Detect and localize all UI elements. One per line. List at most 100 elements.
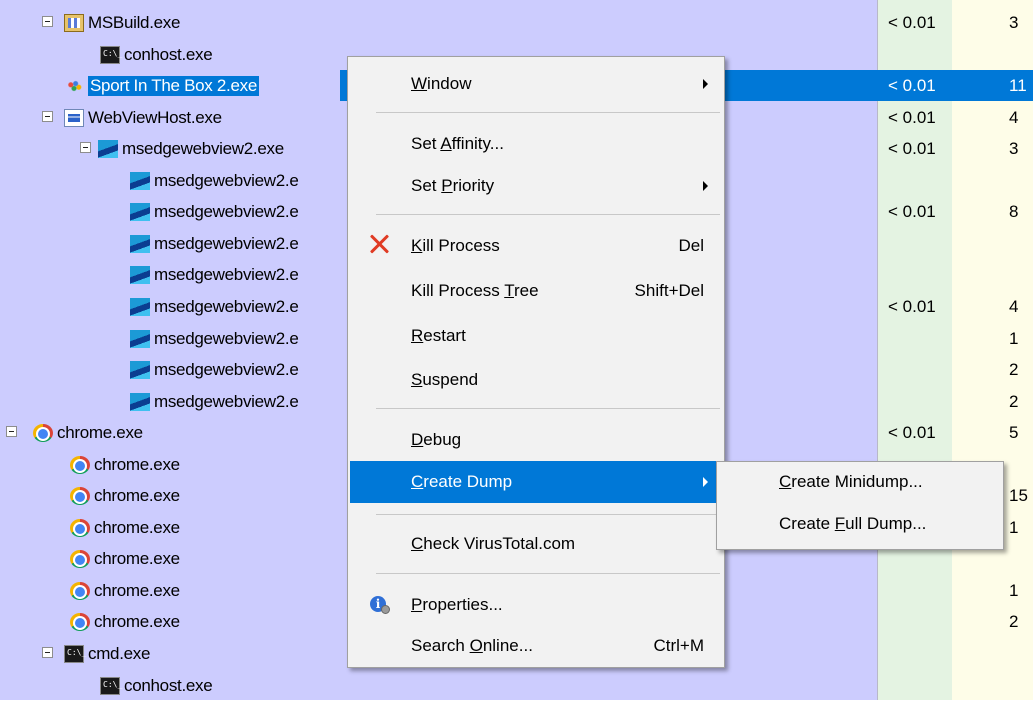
menu-item-check-virustotal[interactable]: Check VirusTotal.com [350,523,722,565]
menu-item-restart[interactable]: Restart [350,315,722,357]
console-icon [64,645,86,663]
menu-item-set-affinity[interactable]: Set Affinity... [350,123,722,165]
menu-item-create-full-dump[interactable]: Create Full Dump... [779,514,926,534]
edge-webview-icon [130,392,150,411]
edge-webview-icon [130,171,150,190]
menu-item-label: Restart [411,326,466,345]
process-name: conhost.exe [124,675,213,695]
console-icon [100,45,122,64]
edge-webview-icon [130,234,150,253]
menu-item-label: Set Priority [411,176,495,195]
memory-value: 11 [1009,76,1027,96]
edge-webview-icon [130,361,150,380]
process-name: msedgewebview2.e [154,170,299,190]
process-name: chrome.exe [94,486,180,506]
edge-webview-icon [130,203,150,222]
chrome-icon [70,518,90,537]
process-name: chrome.exe [94,454,180,474]
memory-value: 15 [1009,486,1028,506]
process-name: WebViewHost.exe [88,107,222,127]
kill-x-icon [368,233,390,255]
menu-item-suspend[interactable]: Suspend [350,359,722,401]
memory-value: 2 [1009,391,1019,411]
edge-webview-icon [130,266,150,285]
cpu-value: < 0.01 [888,76,936,96]
msbuild-icon [64,14,84,32]
create-dump-submenu: Create Minidump... Create Full Dump... [716,461,1004,550]
submenu-arrow-icon [703,477,708,487]
process-name: chrome.exe [94,549,180,569]
memory-value: 3 [1009,139,1019,159]
menu-item-kill-process[interactable]: Kill Process Del [350,225,722,267]
memory-value: 3 [1009,13,1019,32]
menu-shortcut: Ctrl+M [653,636,704,655]
menu-separator [376,514,720,515]
process-row[interactable]: MSBuild.exe < 0.01 3 [0,7,1033,38]
chrome-icon [70,581,90,600]
context-menu: Window Set Affinity... Set Priority Kill… [347,56,725,668]
cpu-value: < 0.01 [888,107,936,127]
menu-item-label: Debug [411,430,462,449]
collapse-toggle-icon[interactable] [42,16,53,27]
process-name: msedgewebview2.e [154,328,299,348]
process-name: msedgewebview2.e [154,296,299,316]
menu-separator [376,112,720,113]
menu-item-search-online[interactable]: Search Online... Ctrl+M [350,625,722,667]
submenu-arrow-icon [703,181,708,191]
menu-item-window[interactable]: Window [350,63,722,105]
edge-webview-icon [130,297,150,316]
process-name: msedgewebview2.e [154,265,299,285]
memory-value: 1 [1009,517,1019,537]
menu-separator [376,573,720,574]
collapse-toggle-icon[interactable] [6,426,17,438]
chrome-icon [33,424,53,443]
menu-item-label: Kill Process Tree [411,281,539,300]
menu-item-label: Suspend [411,370,479,389]
menu-item-create-dump[interactable]: Create Dump [350,461,722,503]
process-name: chrome.exe [94,517,180,537]
cpu-value: < 0.01 [888,423,936,443]
menu-shortcut: Shift+Del [634,281,704,300]
process-name: chrome.exe [57,423,143,443]
chrome-icon [70,550,90,569]
info-icon: i [370,596,390,614]
cpu-value: < 0.01 [888,296,936,316]
collapse-toggle-icon[interactable] [42,110,53,122]
edge-webview-icon [130,329,150,348]
menu-item-label: Create Dump [411,472,513,491]
collapse-toggle-icon[interactable] [80,142,91,154]
sport-app-icon [64,77,84,95]
memory-value: 2 [1009,612,1019,632]
process-row[interactable]: conhost.exe [0,670,1033,701]
menu-item-properties[interactable]: i Properties... [350,584,722,626]
collapse-toggle-icon[interactable] [42,647,53,658]
menu-item-label: Check VirusTotal.com [411,534,576,553]
memory-value: 1 [1009,580,1019,600]
console-icon [100,676,122,695]
menu-item-create-minidump[interactable]: Create Minidump... [779,472,923,492]
memory-value: 1 [1009,328,1019,348]
submenu-arrow-icon [703,79,708,89]
cpu-value: < 0.01 [888,13,936,32]
menu-separator [376,408,720,409]
process-name: cmd.exe [88,644,151,663]
process-name: chrome.exe [94,612,180,632]
process-name: msedgewebview2.e [154,202,299,222]
menu-item-kill-process-tree[interactable]: Kill Process Tree Shift+Del [350,270,722,312]
cpu-value: < 0.01 [888,202,936,222]
memory-value: 8 [1009,202,1019,222]
menu-item-label: Search Online... [411,636,533,655]
process-name: msedgewebview2.e [154,233,299,253]
menu-item-set-priority[interactable]: Set Priority [350,165,722,207]
menu-shortcut: Del [678,236,704,255]
process-name: msedgewebview2.e [154,360,299,380]
chrome-icon [70,487,90,506]
menu-item-label: Properties... [411,595,503,614]
memory-value: 4 [1009,296,1019,316]
menu-item-label: Window [411,74,472,93]
chrome-icon [70,613,90,632]
process-name: chrome.exe [94,580,180,600]
cpu-value: < 0.01 [888,139,936,159]
chrome-icon [70,455,90,474]
menu-item-debug[interactable]: Debug [350,419,722,461]
